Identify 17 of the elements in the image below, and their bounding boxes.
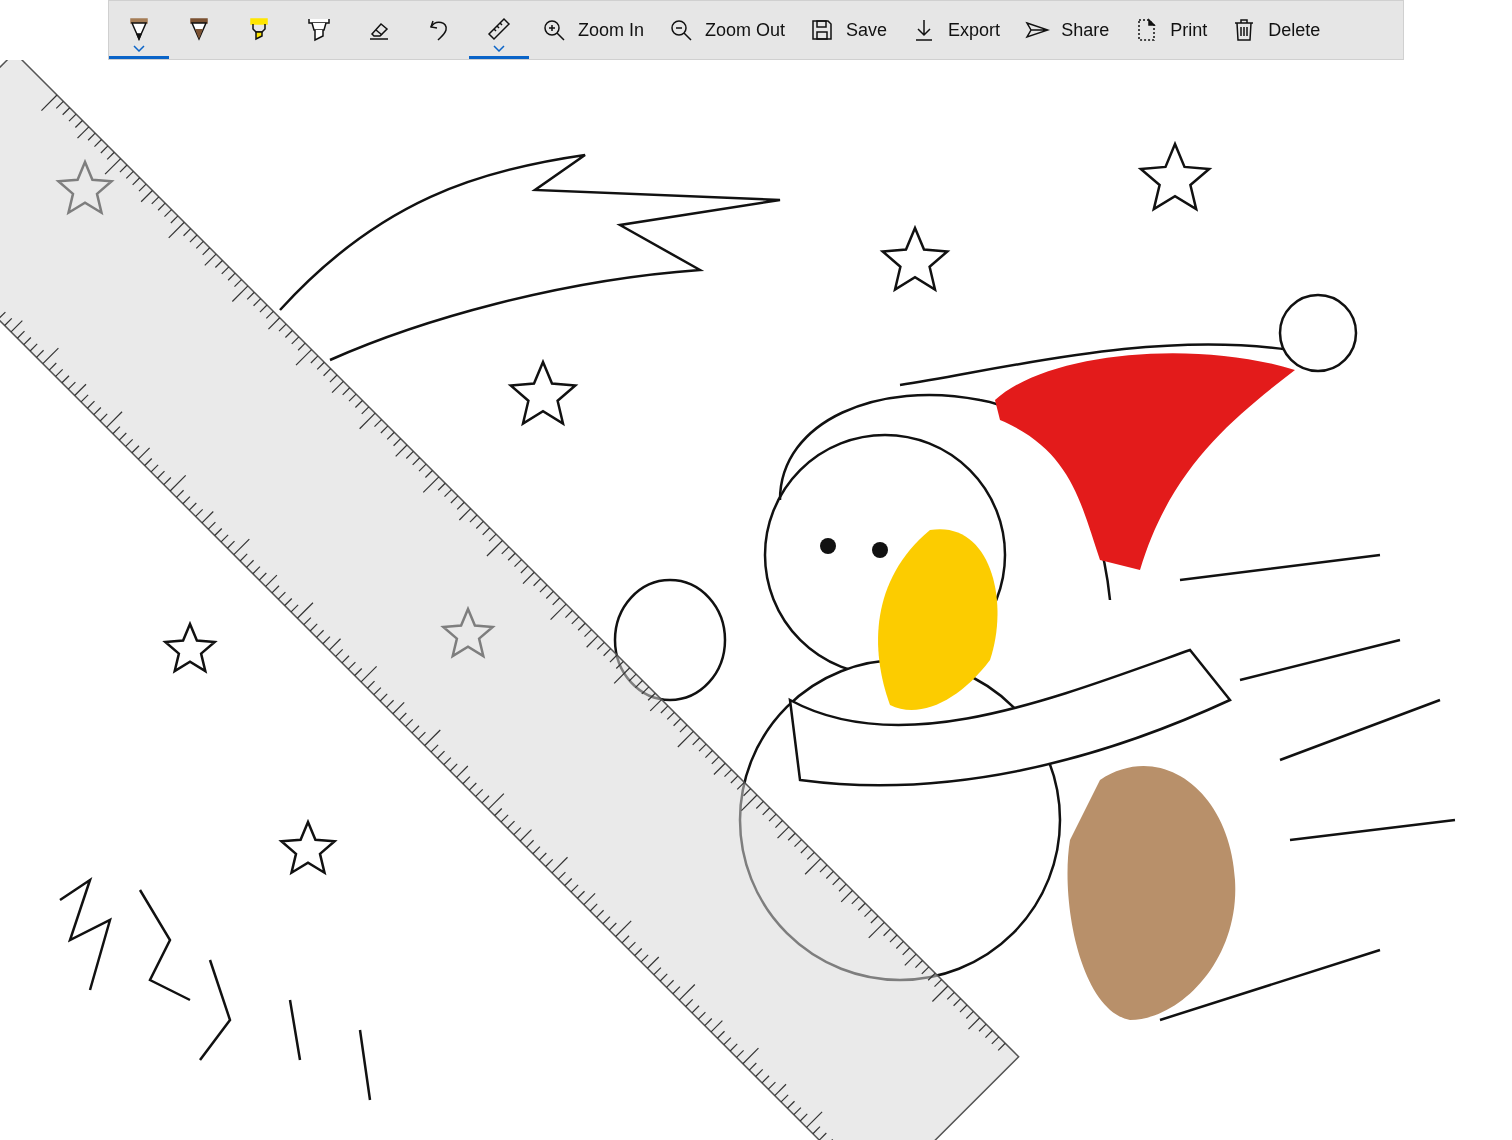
zoom-out-button[interactable]: Zoom Out <box>656 1 798 59</box>
ruler-icon <box>486 15 512 42</box>
star-drawing <box>278 818 338 876</box>
star-drawing <box>55 158 115 216</box>
star-drawing <box>507 358 579 427</box>
save-button[interactable]: Save <box>797 1 900 59</box>
star-drawing <box>879 224 951 293</box>
export-button[interactable]: Export <box>899 1 1013 59</box>
print-button[interactable]: Print <box>1121 1 1220 59</box>
star-drawing <box>162 620 218 674</box>
share-button[interactable]: Share <box>1012 1 1122 59</box>
delete-button[interactable]: Delete <box>1219 1 1333 59</box>
chevron-down-icon <box>493 45 505 52</box>
star-drawing <box>440 605 496 659</box>
zoom-in-icon <box>541 17 567 43</box>
zoom-in-button[interactable]: Zoom In <box>529 1 657 59</box>
chevron-down-icon <box>133 45 145 52</box>
